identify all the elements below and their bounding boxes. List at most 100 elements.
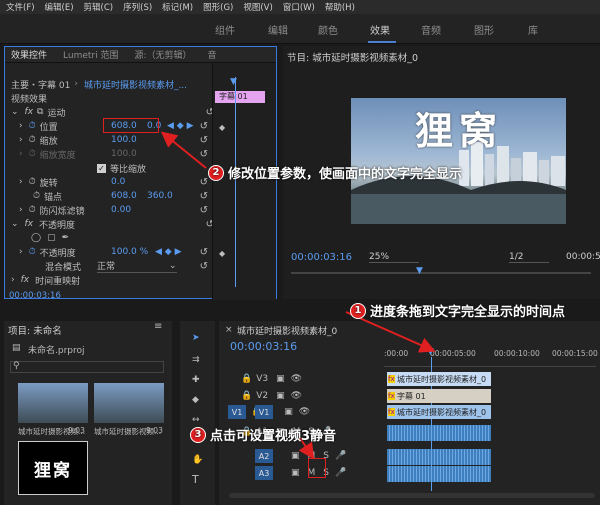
- collapse-icon[interactable]: ⌄: [11, 219, 19, 229]
- keyframe-nav-icon[interactable]: ◀ ◆ ▶: [155, 247, 182, 257]
- program-playhead-icon[interactable]: ▼: [416, 266, 423, 276]
- opacity-section-row[interactable]: ⌄ fx 不透明度 ↺: [11, 217, 218, 231]
- stopwatch-icon[interactable]: ⏱: [33, 191, 40, 201]
- expand-icon[interactable]: ›: [19, 177, 23, 187]
- time-remap-row[interactable]: › fx 时间重映射: [11, 273, 80, 287]
- reset-icon[interactable]: ↺: [200, 247, 208, 258]
- stopwatch-icon[interactable]: ⏱: [29, 177, 36, 187]
- workspace-effects[interactable]: 效果: [370, 22, 390, 37]
- selection-tool-icon[interactable]: ➤: [192, 333, 200, 343]
- lock-icon[interactable]: 🔒: [241, 374, 252, 384]
- audio-clip-a1[interactable]: [387, 425, 491, 441]
- video-clip-v3[interactable]: fx 城市延时摄影视频素材_0: [387, 372, 491, 386]
- workspace-libraries[interactable]: 库: [528, 22, 538, 37]
- source-patch-v1[interactable]: V1: [228, 405, 246, 419]
- uniform-scale-row[interactable]: ✓ 等比缩放: [97, 161, 146, 175]
- reset-icon[interactable]: ↺: [200, 121, 208, 132]
- workspace-color[interactable]: 颜色: [318, 22, 338, 37]
- mini-playhead[interactable]: [235, 77, 236, 287]
- hand-tool-icon[interactable]: ✋: [192, 455, 203, 465]
- reset-icon[interactable]: ↺: [200, 205, 208, 216]
- menu-graphics[interactable]: 图形(G): [203, 1, 233, 13]
- stopwatch-icon[interactable]: ⏱: [29, 205, 36, 215]
- mini-title-clip[interactable]: 字幕 01: [215, 91, 265, 103]
- opacity-value[interactable]: 100.0 %: [111, 247, 148, 257]
- timeline-scrollbar[interactable]: [229, 493, 595, 498]
- timeline-timecode[interactable]: 00:00:03:16: [230, 340, 297, 353]
- scale-value[interactable]: 100.0: [111, 135, 137, 145]
- project-thumbnail[interactable]: [18, 383, 88, 423]
- rectangle-mask-icon[interactable]: ▢: [47, 233, 56, 243]
- program-timecode[interactable]: 00:00:03:16: [291, 252, 352, 263]
- stopwatch-icon[interactable]: ⏱: [29, 135, 36, 145]
- tab-effect-controls[interactable]: 效果控件: [11, 48, 47, 61]
- flicker-value[interactable]: 0.00: [111, 205, 131, 215]
- menu-clip[interactable]: 剪辑(C): [84, 1, 114, 13]
- anchor-x-value[interactable]: 608.0: [111, 191, 137, 201]
- menu-file[interactable]: 文件(F): [6, 1, 35, 13]
- ripple-edit-tool-icon[interactable]: ✚: [192, 375, 200, 385]
- microphone-icon[interactable]: 🎤: [335, 468, 346, 478]
- stopwatch-icon[interactable]: ⏱: [29, 247, 36, 257]
- track-select-tool-icon[interactable]: ⇉: [192, 355, 200, 365]
- collapse-icon[interactable]: ⌄: [11, 107, 19, 117]
- sync-lock-icon[interactable]: ▣: [284, 407, 293, 417]
- ellipse-mask-icon[interactable]: ◯: [31, 233, 41, 243]
- timeline-ruler[interactable]: :00:00 00:00:05:00 00:00:10:00 00:00:15:…: [384, 345, 598, 367]
- keyframe-nav-icon[interactable]: ◀ ◆ ▶: [167, 121, 194, 131]
- eye-icon[interactable]: 👁: [291, 391, 302, 401]
- eye-icon[interactable]: 👁: [291, 374, 302, 384]
- expand-icon[interactable]: ›: [19, 205, 23, 215]
- project-thumbnail[interactable]: [94, 383, 164, 423]
- reset-icon[interactable]: ↺: [200, 191, 208, 202]
- menu-marker[interactable]: 标记(M): [162, 1, 193, 13]
- motion-row[interactable]: ⌄ fx ⧉ 运动 ↺: [11, 105, 218, 119]
- program-scrubber[interactable]: [291, 272, 591, 274]
- title-clip-v2[interactable]: fx 字幕 01: [387, 389, 491, 403]
- sync-lock-icon[interactable]: ▣: [291, 451, 300, 461]
- rotation-value[interactable]: 0.0: [111, 177, 125, 187]
- pen-mask-icon[interactable]: ✒: [62, 233, 70, 243]
- workspace-audio[interactable]: 音频: [421, 22, 441, 37]
- track-target-a2[interactable]: A2: [255, 449, 273, 463]
- master-clip-row[interactable]: 主要・字幕 01 › 城市延时摄影视频素材_...: [11, 77, 187, 91]
- close-icon[interactable]: ×: [225, 325, 233, 335]
- resolution-select[interactable]: 1/2: [509, 252, 549, 263]
- keyframe-icon[interactable]: ◆: [219, 123, 225, 132]
- panel-menu-icon[interactable]: ≡: [154, 321, 162, 332]
- menu-sequence[interactable]: 序列(S): [123, 1, 152, 13]
- sync-lock-icon[interactable]: ▣: [276, 374, 285, 384]
- menu-window[interactable]: 窗口(W): [283, 1, 315, 13]
- tab-audio[interactable]: 音: [208, 48, 217, 61]
- sync-lock-icon[interactable]: ▣: [276, 391, 285, 401]
- stopwatch-icon[interactable]: ⏱: [29, 121, 36, 131]
- tab-lumetri-scopes[interactable]: Lumetri 范围: [63, 48, 118, 61]
- menu-edit[interactable]: 编辑(E): [45, 1, 74, 13]
- slip-tool-icon[interactable]: ↔: [192, 415, 200, 425]
- razor-tool-icon[interactable]: ◆: [192, 395, 199, 405]
- zoom-select[interactable]: 25%: [369, 252, 419, 263]
- expand-icon[interactable]: ›: [19, 247, 23, 257]
- anchor-y-value[interactable]: 360.0: [147, 191, 173, 201]
- lock-icon[interactable]: 🔒: [241, 391, 252, 401]
- audio-clip-a2[interactable]: [387, 449, 491, 465]
- eye-icon[interactable]: 👁: [299, 407, 310, 417]
- video-clip-v1[interactable]: fx 城市延时摄影视频素材_0: [387, 405, 491, 419]
- reset-icon[interactable]: ↺: [200, 135, 208, 146]
- workspace-editing[interactable]: 编辑: [268, 22, 288, 37]
- tab-source[interactable]: 源:（无剪辑）: [134, 48, 191, 61]
- timeline-playhead-icon[interactable]: ▼: [427, 347, 434, 357]
- audio-clip-a3[interactable]: [387, 466, 491, 482]
- expand-icon[interactable]: ›: [19, 121, 23, 131]
- workspace-graphics[interactable]: 图形: [474, 22, 494, 37]
- title-thumbnail[interactable]: 狸窝: [18, 441, 88, 495]
- project-search-input[interactable]: ⚲: [10, 361, 164, 373]
- menu-help[interactable]: 帮助(H): [325, 1, 355, 13]
- effect-timecode[interactable]: 00:00:03:16: [9, 289, 61, 303]
- menu-view[interactable]: 视图(V): [243, 1, 272, 13]
- sync-lock-icon[interactable]: ▣: [291, 468, 300, 478]
- reset-icon[interactable]: ↺: [200, 149, 208, 160]
- program-preview[interactable]: 狸窝: [351, 98, 566, 224]
- type-tool-icon[interactable]: T: [192, 473, 199, 486]
- expand-icon[interactable]: ›: [19, 135, 23, 145]
